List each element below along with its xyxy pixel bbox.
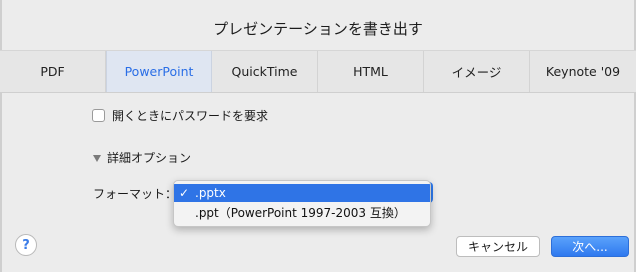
tab-pdf[interactable]: PDF [0,51,106,92]
advanced-options-label[interactable]: 詳細オプション [107,149,191,166]
menu-item-label: .ppt（PowerPoint 1997-2003 互換） [195,205,406,220]
export-dialog: プレゼンテーションを書き出す PDF PowerPoint QuickTime … [0,0,636,272]
format-popup-menu: ✓ .pptx .ppt（PowerPoint 1997-2003 互換） [173,180,431,227]
format-label: フォーマット： [93,187,178,201]
menu-item-label: .pptx [195,186,226,200]
format-tab-bar: PDF PowerPoint QuickTime HTML イメージ Keyno… [0,50,636,93]
help-button[interactable]: ? [15,234,37,256]
tab-powerpoint[interactable]: PowerPoint [106,51,212,92]
cancel-button[interactable]: キャンセル [456,236,540,257]
window-edge-left [0,0,2,272]
tab-html[interactable]: HTML [318,51,424,92]
require-password-checkbox[interactable] [92,109,105,122]
advanced-options-toggle[interactable]: 詳細オプション [93,149,191,166]
password-option-row: 開くときにパスワードを要求 [92,107,268,124]
menu-item-ppt[interactable]: .ppt（PowerPoint 1997-2003 互換） [174,203,430,221]
next-button[interactable]: 次へ... [551,236,629,257]
dialog-title: プレゼンテーションを書き出す [213,20,423,38]
disclosure-triangle-icon[interactable] [93,154,101,162]
menu-item-pptx[interactable]: ✓ .pptx [174,184,430,202]
require-password-label[interactable]: 開くときにパスワードを要求 [112,107,268,124]
tab-quicktime[interactable]: QuickTime [212,51,318,92]
checkmark-icon: ✓ [178,186,190,200]
tab-image[interactable]: イメージ [424,51,530,92]
tab-keynote-09[interactable]: Keynote '09 [530,51,636,92]
